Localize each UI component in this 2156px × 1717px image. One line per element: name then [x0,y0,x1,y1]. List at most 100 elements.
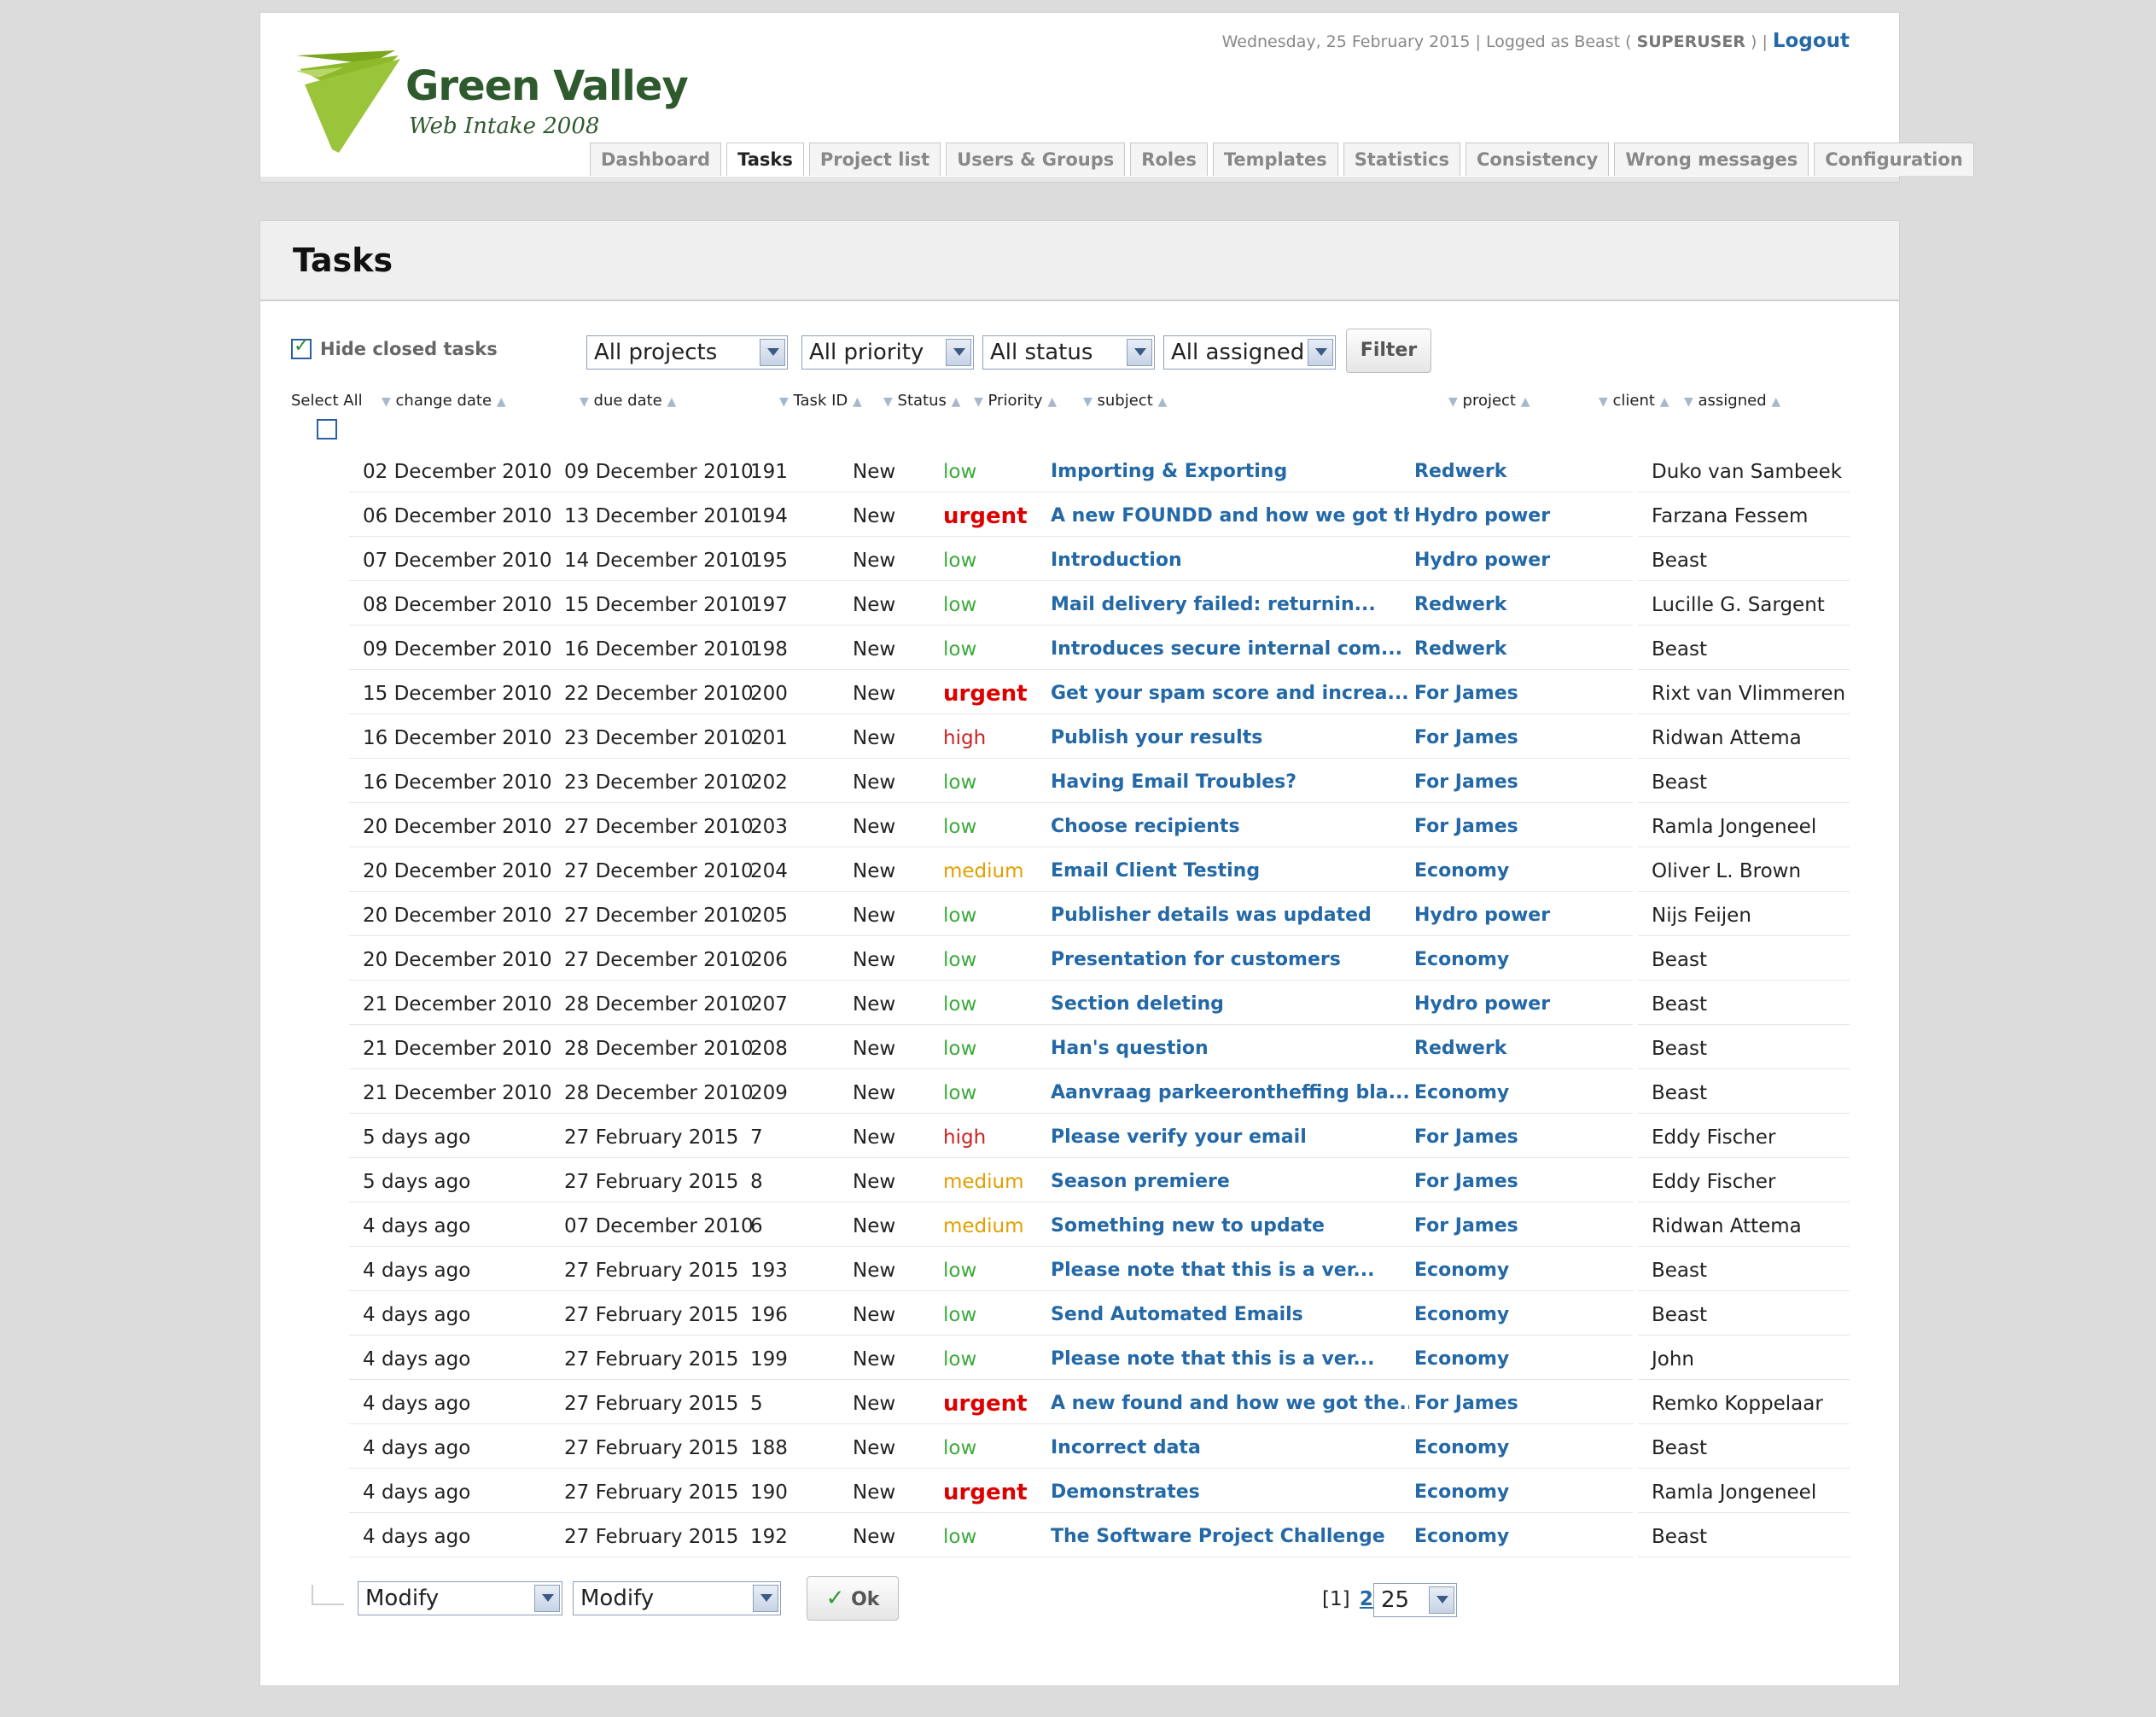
page-link-2[interactable]: 2 [1360,1588,1373,1610]
subject-link[interactable]: Having Email Troubles? [1039,763,1409,803]
subject-link[interactable]: Introduction [1039,541,1409,581]
row-checkbox[interactable] [317,639,337,660]
project-link[interactable]: For James [1401,719,1565,759]
tab-project-list[interactable]: Project list [808,143,941,176]
tab-tasks[interactable]: Tasks [726,143,804,176]
subject-link[interactable]: A new found and how we got the... [1039,1384,1409,1424]
per-page-select[interactable]: 25 [1373,1583,1457,1617]
sort-project[interactable]: ▼ project ▲ [1448,392,1530,410]
row-checkbox[interactable] [317,1482,337,1503]
project-filter-select[interactable]: All projects [586,335,788,370]
project-link[interactable]: Economy [1401,852,1565,892]
tab-users-groups[interactable]: Users & Groups [946,143,1126,176]
project-link[interactable]: Redwerk [1401,1029,1565,1069]
tab-dashboard[interactable]: Dashboard [590,143,722,176]
subject-link[interactable]: The Software Project Challenge [1039,1517,1409,1557]
project-link[interactable]: Economy [1401,1473,1565,1513]
sort-assigned[interactable]: ▼ assigned ▲ [1684,392,1780,410]
subject-link[interactable]: Section deleting [1039,985,1409,1025]
row-checkbox[interactable] [317,994,337,1015]
project-link[interactable]: For James [1401,763,1565,803]
project-link[interactable]: Economy [1401,1517,1565,1557]
bulk-modify-select-2[interactable]: Modify [573,1581,781,1615]
priority-filter-select[interactable]: All priority [801,335,974,370]
hide-closed-toggle[interactable]: Hide closed tasks [291,335,498,359]
subject-link[interactable]: Incorrect data [1039,1429,1409,1469]
bulk-modify-select-1[interactable]: Modify [358,1581,562,1615]
logout-link[interactable]: Logout [1773,30,1850,52]
subject-link[interactable]: Send Automated Emails [1039,1295,1409,1336]
project-link[interactable]: Economy [1401,1340,1565,1380]
row-checkbox[interactable] [317,861,337,882]
project-link[interactable]: For James [1401,807,1565,847]
subject-link[interactable]: Please note that this is a ver... [1039,1340,1409,1380]
project-link[interactable]: Economy [1401,1295,1565,1336]
subject-link[interactable]: Publish your results [1039,719,1409,759]
subject-link[interactable]: A new FOUNDD and how we got th... [1039,497,1409,537]
green-valley-logo[interactable]: Green Valley Web Intake 2008 [293,47,689,156]
project-link[interactable]: Redwerk [1401,630,1565,670]
row-checkbox[interactable] [317,1039,337,1059]
row-checkbox[interactable] [317,728,337,748]
row-checkbox[interactable] [317,950,337,970]
row-checkbox[interactable] [317,1349,337,1370]
sort-task-id[interactable]: ▼ Task ID ▲ [779,392,862,410]
row-checkbox[interactable] [317,1527,337,1547]
subject-link[interactable]: Aanvraag parkeerontheffing bla... [1039,1074,1409,1114]
tab-consistency[interactable]: Consistency [1465,143,1610,176]
row-checkbox[interactable] [317,1127,337,1148]
subject-link[interactable]: Publisher details was updated [1039,896,1409,936]
status-filter-select[interactable]: All status [982,335,1155,370]
project-link[interactable]: Hydro power [1401,896,1565,936]
subject-link[interactable]: Han's question [1039,1029,1409,1069]
project-link[interactable]: For James [1401,1162,1565,1202]
project-link[interactable]: For James [1401,1118,1565,1158]
subject-link[interactable]: Presentation for customers [1039,940,1409,981]
tab-configuration[interactable]: Configuration [1814,143,1974,176]
row-checkbox[interactable] [317,1305,337,1325]
subject-link[interactable]: Introduces secure internal com... [1039,630,1409,670]
row-checkbox[interactable] [317,1394,337,1414]
project-link[interactable]: For James [1401,1384,1565,1424]
row-checkbox[interactable] [317,1216,337,1237]
sort-client[interactable]: ▼ client ▲ [1599,392,1669,410]
project-link[interactable]: Economy [1401,1074,1565,1114]
row-checkbox[interactable] [317,462,337,482]
tab-wrong-messages[interactable]: Wrong messages [1614,143,1809,176]
row-checkbox[interactable] [317,1083,337,1103]
ok-button[interactable]: ✓ Ok [807,1576,899,1621]
project-link[interactable]: Hydro power [1401,985,1565,1025]
sort-change-date[interactable]: ▼ change date ▲ [382,392,506,410]
row-checkbox[interactable] [317,772,337,793]
project-link[interactable]: For James [1401,1207,1565,1247]
project-link[interactable]: Hydro power [1401,541,1565,581]
row-checkbox[interactable] [317,684,337,704]
row-checkbox[interactable] [317,550,337,571]
subject-link[interactable]: Mail delivery failed: returnin... [1039,585,1409,626]
sort-priority[interactable]: ▼ Priority ▲ [974,392,1057,410]
tab-templates[interactable]: Templates [1212,143,1338,176]
project-link[interactable]: Economy [1401,1429,1565,1469]
row-checkbox[interactable] [317,595,337,615]
hide-closed-checkbox[interactable] [291,335,312,359]
project-link[interactable]: Economy [1401,940,1565,981]
subject-link[interactable]: Please note that this is a ver... [1039,1251,1409,1291]
assigned-filter-select[interactable]: All assigned [1163,335,1336,370]
sort-status[interactable]: ▼ Status ▲ [883,392,960,410]
row-checkbox[interactable] [317,1260,337,1281]
project-link[interactable]: Redwerk [1401,585,1565,626]
row-checkbox[interactable] [317,817,337,837]
subject-link[interactable]: Something new to update [1039,1207,1409,1247]
sort-subject[interactable]: ▼ subject ▲ [1083,392,1167,410]
subject-link[interactable]: Please verify your email [1039,1118,1409,1158]
sort-due-date[interactable]: ▼ due date ▲ [580,392,676,410]
row-checkbox[interactable] [317,1172,337,1192]
project-link[interactable]: For James [1401,674,1565,714]
subject-link[interactable]: Importing & Exporting [1039,452,1409,492]
subject-link[interactable]: Choose recipients [1039,807,1409,847]
row-checkbox[interactable] [317,905,337,926]
filter-button[interactable]: Filter [1346,329,1431,373]
subject-link[interactable]: Get your spam score and increa... [1039,674,1409,714]
subject-link[interactable]: Demonstrates [1039,1473,1409,1513]
select-all-checkbox[interactable] [317,419,337,439]
